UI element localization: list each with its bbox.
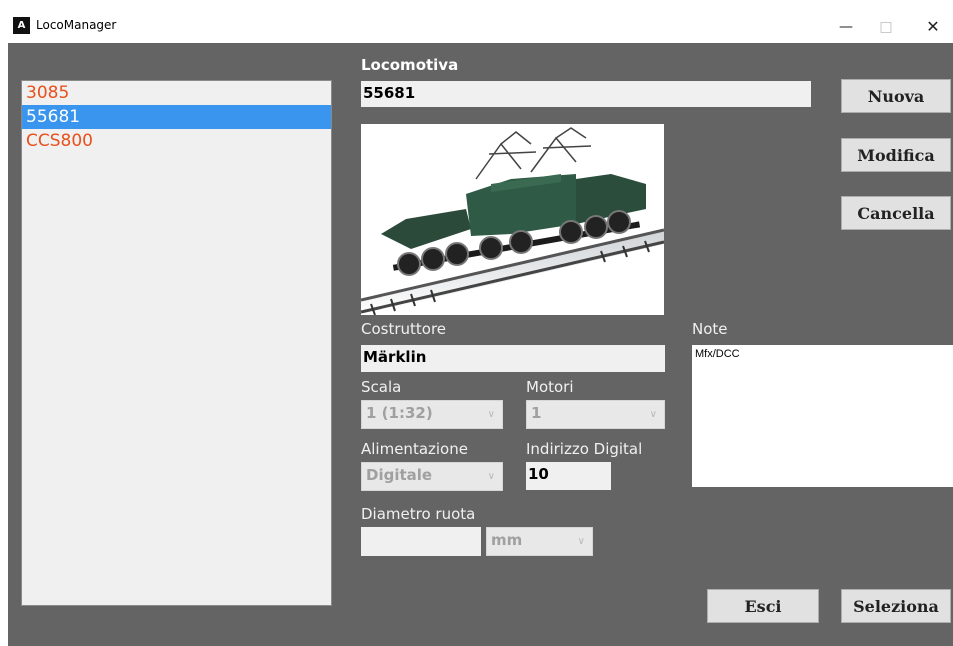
motori-select-value: 1: [531, 404, 542, 422]
alimentazione-select-value: Digitale: [366, 466, 433, 484]
chevron-down-icon: ∨: [649, 409, 657, 420]
locomotive-photo: [361, 124, 664, 315]
app-logo-icon: A: [13, 17, 30, 34]
esci-button[interactable]: Esci: [707, 589, 819, 623]
modifica-button[interactable]: Modifica: [841, 138, 951, 172]
note-label: Note: [692, 320, 728, 338]
locomotiva-label: Locomotiva: [361, 56, 459, 74]
scala-select[interactable]: 1 (1:32) ∨: [361, 400, 503, 429]
list-item[interactable]: 3085: [22, 81, 331, 105]
chevron-down-icon: ∨: [577, 536, 585, 547]
cancella-button[interactable]: Cancella: [841, 196, 951, 230]
scala-select-value: 1 (1:32): [366, 404, 433, 422]
list-item[interactable]: CCS800: [22, 129, 331, 153]
minimize-icon[interactable]: —: [826, 10, 866, 43]
costruttore-field[interactable]: Märklin: [361, 345, 665, 372]
locomotiva-field[interactable]: 55681: [361, 81, 811, 107]
maximize-icon[interactable]: □: [866, 10, 906, 43]
title-bar: A LocoManager — □ ✕: [8, 10, 953, 43]
seleziona-button[interactable]: Seleziona: [841, 589, 951, 623]
motori-label: Motori: [526, 378, 574, 396]
costruttore-label: Costruttore: [361, 320, 447, 338]
diametro-unit-select[interactable]: mm ∨: [486, 527, 593, 556]
locomotive-image: [361, 127, 664, 315]
chevron-down-icon: ∨: [487, 471, 495, 482]
diametro-label: Diametro ruota: [361, 505, 476, 523]
alimentazione-label: Alimentazione: [361, 440, 468, 458]
diametro-field[interactable]: [361, 527, 481, 556]
window-title: LocoManager: [36, 18, 117, 32]
indirizzo-field[interactable]: 10: [526, 462, 611, 490]
close-icon[interactable]: ✕: [913, 10, 953, 43]
chevron-down-icon: ∨: [487, 409, 495, 420]
nuova-button[interactable]: Nuova: [841, 79, 951, 113]
scala-label: Scala: [361, 378, 402, 396]
diametro-unit-value: mm: [491, 531, 523, 549]
list-item-selected[interactable]: 55681: [22, 105, 331, 129]
locomotive-list[interactable]: 3085 55681 CCS800: [21, 80, 332, 606]
alimentazione-select[interactable]: Digitale ∨: [361, 462, 503, 491]
motori-select[interactable]: 1 ∨: [526, 400, 665, 429]
note-textarea[interactable]: Mfx/DCC: [692, 345, 953, 487]
indirizzo-label: Indirizzo Digital: [526, 440, 643, 458]
